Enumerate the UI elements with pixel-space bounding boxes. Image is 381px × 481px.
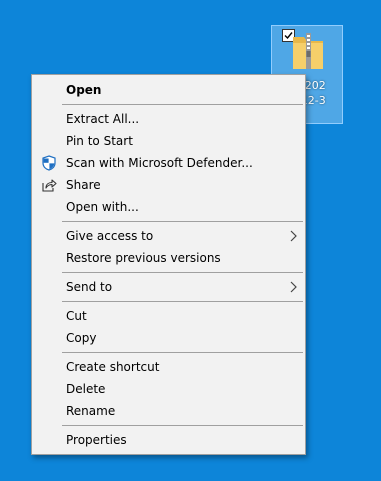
menu-item-label: Cut <box>66 309 87 323</box>
menu-separator <box>62 104 303 105</box>
zip-folder-icon <box>293 33 323 69</box>
menu-item-label: Properties <box>66 433 127 447</box>
menu-item-label: Send to <box>66 280 113 294</box>
menu-item-properties[interactable]: Properties <box>34 429 303 451</box>
menu-item-label: Rename <box>66 404 116 418</box>
menu-item-label: Share <box>66 178 101 192</box>
menu-item-create-shortcut[interactable]: Create shortcut <box>34 356 303 378</box>
menu-item-scan-with-microsoft-defender[interactable]: Scan with Microsoft Defender... <box>34 152 303 174</box>
menu-item-label: Create shortcut <box>66 360 160 374</box>
chevron-right-icon <box>290 281 297 293</box>
share-icon <box>42 179 57 192</box>
menu-item-extract-all[interactable]: Extract All... <box>34 108 303 130</box>
menu-item-label: Scan with Microsoft Defender... <box>66 156 253 170</box>
menu-item-label: Open with... <box>66 200 139 214</box>
menu-item-label: Open <box>66 83 102 97</box>
menu-item-pin-to-start[interactable]: Pin to Start <box>34 130 303 152</box>
menu-item-delete[interactable]: Delete <box>34 378 303 400</box>
menu-item-label: Copy <box>66 331 97 345</box>
menu-separator <box>62 221 303 222</box>
desktop-background: ot_202 2_12-3 Open Extract All... Pin to S… <box>0 0 381 481</box>
menu-item-give-access-to[interactable]: Give access to <box>34 225 303 247</box>
menu-item-share[interactable]: Share <box>34 174 303 196</box>
menu-item-send-to[interactable]: Send to <box>34 276 303 298</box>
menu-separator <box>62 301 303 302</box>
menu-item-copy[interactable]: Copy <box>34 327 303 349</box>
menu-item-restore-previous-versions[interactable]: Restore previous versions <box>34 247 303 269</box>
chevron-right-icon <box>290 230 297 242</box>
menu-item-open[interactable]: Open <box>34 79 303 101</box>
menu-item-label: Delete <box>66 382 106 396</box>
menu-item-label: Give access to <box>66 229 154 243</box>
menu-item-label: Pin to Start <box>66 134 133 148</box>
menu-separator <box>62 272 303 273</box>
defender-shield-icon <box>42 155 56 171</box>
menu-item-label: Restore previous versions <box>66 251 221 265</box>
menu-item-cut[interactable]: Cut <box>34 305 303 327</box>
menu-item-rename[interactable]: Rename <box>34 400 303 422</box>
menu-item-open-with[interactable]: Open with... <box>34 196 303 218</box>
menu-separator <box>62 425 303 426</box>
menu-item-label: Extract All... <box>66 112 140 126</box>
context-menu: Open Extract All... Pin to Start Scan with … <box>31 74 306 455</box>
menu-separator <box>62 352 303 353</box>
